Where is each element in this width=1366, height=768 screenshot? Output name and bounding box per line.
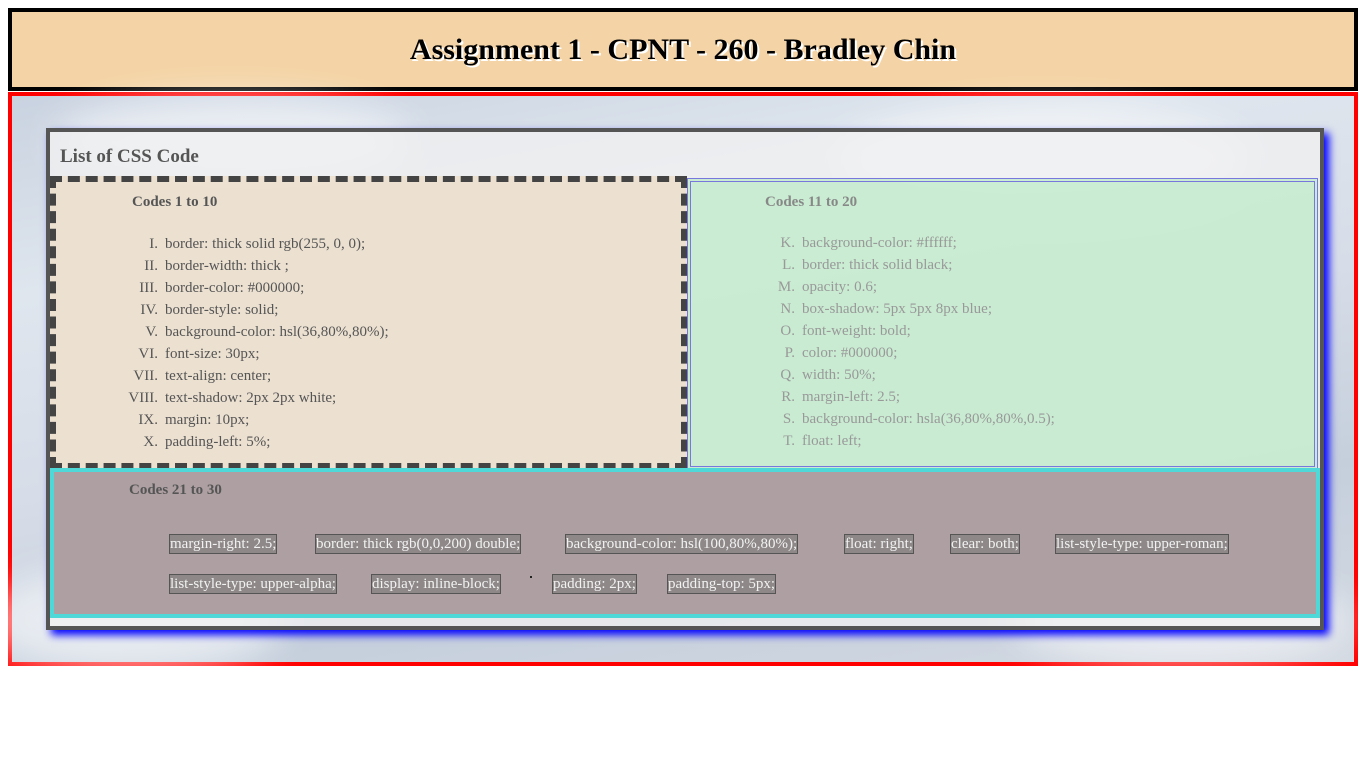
list-item: T. float: left; (759, 430, 1055, 452)
list-marker: L. (782, 257, 795, 273)
code-chip: padding-top: 5px; (667, 574, 777, 594)
list-item: N. box-shadow: 5px 5px 8px blue; (759, 298, 1055, 320)
list-item: VI. font-size: 30px; (122, 343, 389, 365)
list-item: Q. width: 50%; (759, 364, 1055, 386)
list-item: M. opacity: 0.6; (759, 276, 1055, 298)
list-item-text: margin-left: 2.5; (802, 389, 901, 405)
list-item-text: border-color: #000000; (165, 280, 305, 296)
list-marker: IV. (140, 302, 158, 318)
list-item: VIII. text-shadow: 2px 2px white; (122, 387, 389, 409)
list-item: R. margin-left: 2.5; (759, 386, 1055, 408)
list-marker: O. (780, 323, 795, 339)
list-item: V. background-color: hsl(36,80%,80%); (122, 321, 389, 343)
list-marker: R. (781, 389, 795, 405)
stray-dot (530, 576, 532, 578)
list-item-text: font-size: 30px; (165, 346, 260, 362)
list-item: S. background-color: hsla(36,80%,80%,0.5)… (759, 408, 1055, 430)
list-item-text: background-color: hsl(36,80%,80%); (165, 324, 389, 340)
list-marker: III. (139, 280, 158, 296)
page-title: Assignment 1 - CPNT - 260 - Bradley Chin (409, 32, 957, 66)
list-item-text: border: thick solid rgb(255, 0, 0); (165, 236, 366, 252)
list-marker: II. (144, 258, 158, 274)
list-marker: Q. (780, 367, 795, 383)
code-chip: background-color: hsl(100,80%,80%); (565, 534, 799, 554)
codes-11-to-20-list: K. background-color: #ffffff; L. border: t… (759, 232, 1055, 452)
list-marker: N. (780, 301, 795, 317)
code-chip: float: right; (844, 534, 914, 554)
list-item-text: float: left; (802, 433, 862, 449)
list-marker: K. (780, 235, 795, 251)
list-marker: X. (143, 434, 158, 450)
list-item-text: box-shadow: 5px 5px 8px blue; (802, 301, 992, 317)
list-item-text: border: thick solid black; (802, 257, 953, 273)
codes-1-to-10-title: Codes 1 to 10 (132, 194, 218, 210)
list-item: II. border-width: thick ; (122, 255, 389, 277)
list-item-text: color: #000000; (802, 345, 898, 361)
list-item-text: text-shadow: 2px 2px white; (165, 390, 337, 406)
list-item: X. padding-left: 5%; (122, 431, 389, 453)
code-chip: margin-right: 2.5; (169, 534, 278, 554)
list-marker: T. (783, 433, 795, 449)
list-marker: I. (149, 236, 158, 252)
codes-21-to-30-title: Codes 21 to 30 (129, 482, 222, 498)
list-item-text: background-color: hsla(36,80%,80%,0.5); (802, 411, 1055, 427)
list-item-text: font-weight: bold; (802, 323, 911, 339)
code-chip: clear: both; (950, 534, 1020, 554)
list-marker: VIII. (128, 390, 158, 406)
codes-11-to-20-title: Codes 11 to 20 (765, 194, 858, 210)
code-chip: list-style-type: upper-alpha; (169, 574, 337, 594)
list-item: I. border: thick solid rgb(255, 0, 0); (122, 233, 389, 255)
list-item-text: text-align: center; (165, 368, 272, 384)
codes-11-to-20-box: Codes 11 to 20 K. background-color: #ffff… (687, 178, 1318, 470)
code-chip: border: thick rgb(0,0,200) double; (315, 534, 522, 554)
list-marker: IX. (138, 412, 158, 428)
list-marker: S. (782, 411, 795, 427)
list-item-text: background-color: #ffffff; (802, 235, 957, 251)
list-item-text: opacity: 0.6; (802, 279, 877, 295)
list-item-text: width: 50%; (802, 367, 876, 383)
codes-1-to-10-box: Codes 1 to 10 I. border: thick solid rgb(… (50, 176, 687, 469)
list-item: O. font-weight: bold; (759, 320, 1055, 342)
css-code-panel: List of CSS Code Codes 1 to 10 I. border:… (46, 128, 1324, 630)
list-item: IX. margin: 10px; (122, 409, 389, 431)
code-chip: list-style-type: upper-roman; (1055, 534, 1229, 554)
list-item: III. border-color: #000000; (122, 277, 389, 299)
code-chip: padding: 2px; (552, 574, 637, 594)
list-marker: V. (145, 324, 158, 340)
list-item: K. background-color: #ffffff; (759, 232, 1055, 254)
list-item: P. color: #000000; (759, 342, 1055, 364)
list-item: IV. border-style: solid; (122, 299, 389, 321)
codes-1-to-10-list: I. border: thick solid rgb(255, 0, 0); II… (122, 233, 389, 453)
list-marker: VI. (138, 346, 158, 362)
list-item-text: padding-left: 5%; (165, 434, 271, 450)
list-item: VII. text-align: center; (122, 365, 389, 387)
list-marker: P. (784, 345, 795, 361)
list-marker: VII. (133, 368, 158, 384)
main-section: List of CSS Code Codes 1 to 10 I. border:… (0, 92, 1358, 676)
code-chip: display: inline-block; (371, 574, 501, 594)
codes-21-to-30-box: Codes 21 to 30 margin-right: 2.5; border… (50, 468, 1320, 618)
list-marker: M. (777, 279, 795, 295)
list-item-text: margin: 10px; (165, 412, 250, 428)
list-item: L. border: thick solid black; (759, 254, 1055, 276)
page-header: Assignment 1 - CPNT - 260 - Bradley Chin (8, 8, 1358, 91)
panel-title: List of CSS Code (60, 146, 199, 167)
list-item-text: border-width: thick ; (165, 258, 289, 274)
list-item-text: border-style: solid; (165, 302, 279, 318)
